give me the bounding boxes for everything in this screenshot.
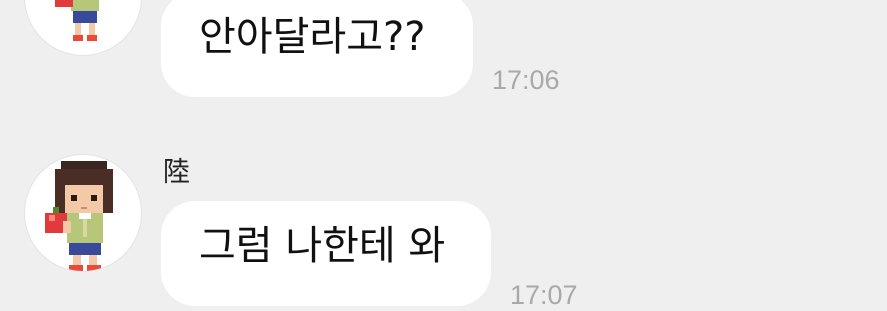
message-bubble[interactable]: 그럼 나한테 와 [161,201,491,306]
message-time: 17:07 [510,280,578,310]
pixel-character-icon [45,161,113,271]
sender-avatar[interactable] [24,154,142,272]
sender-name: 陸 [163,157,190,188]
pixel-character-icon [55,0,99,41]
sender-avatar[interactable] [24,0,142,56]
message-bubble[interactable]: 안아달라고?? [161,0,473,97]
message-time: 17:06 [492,65,560,95]
message-text: 안아달라고?? [199,14,426,60]
message-text: 그럼 나한테 와 [199,223,446,269]
chat-view: 안아달라고?? 17:06 陸 그럼 나한테 와 17:07 [0,0,887,310]
